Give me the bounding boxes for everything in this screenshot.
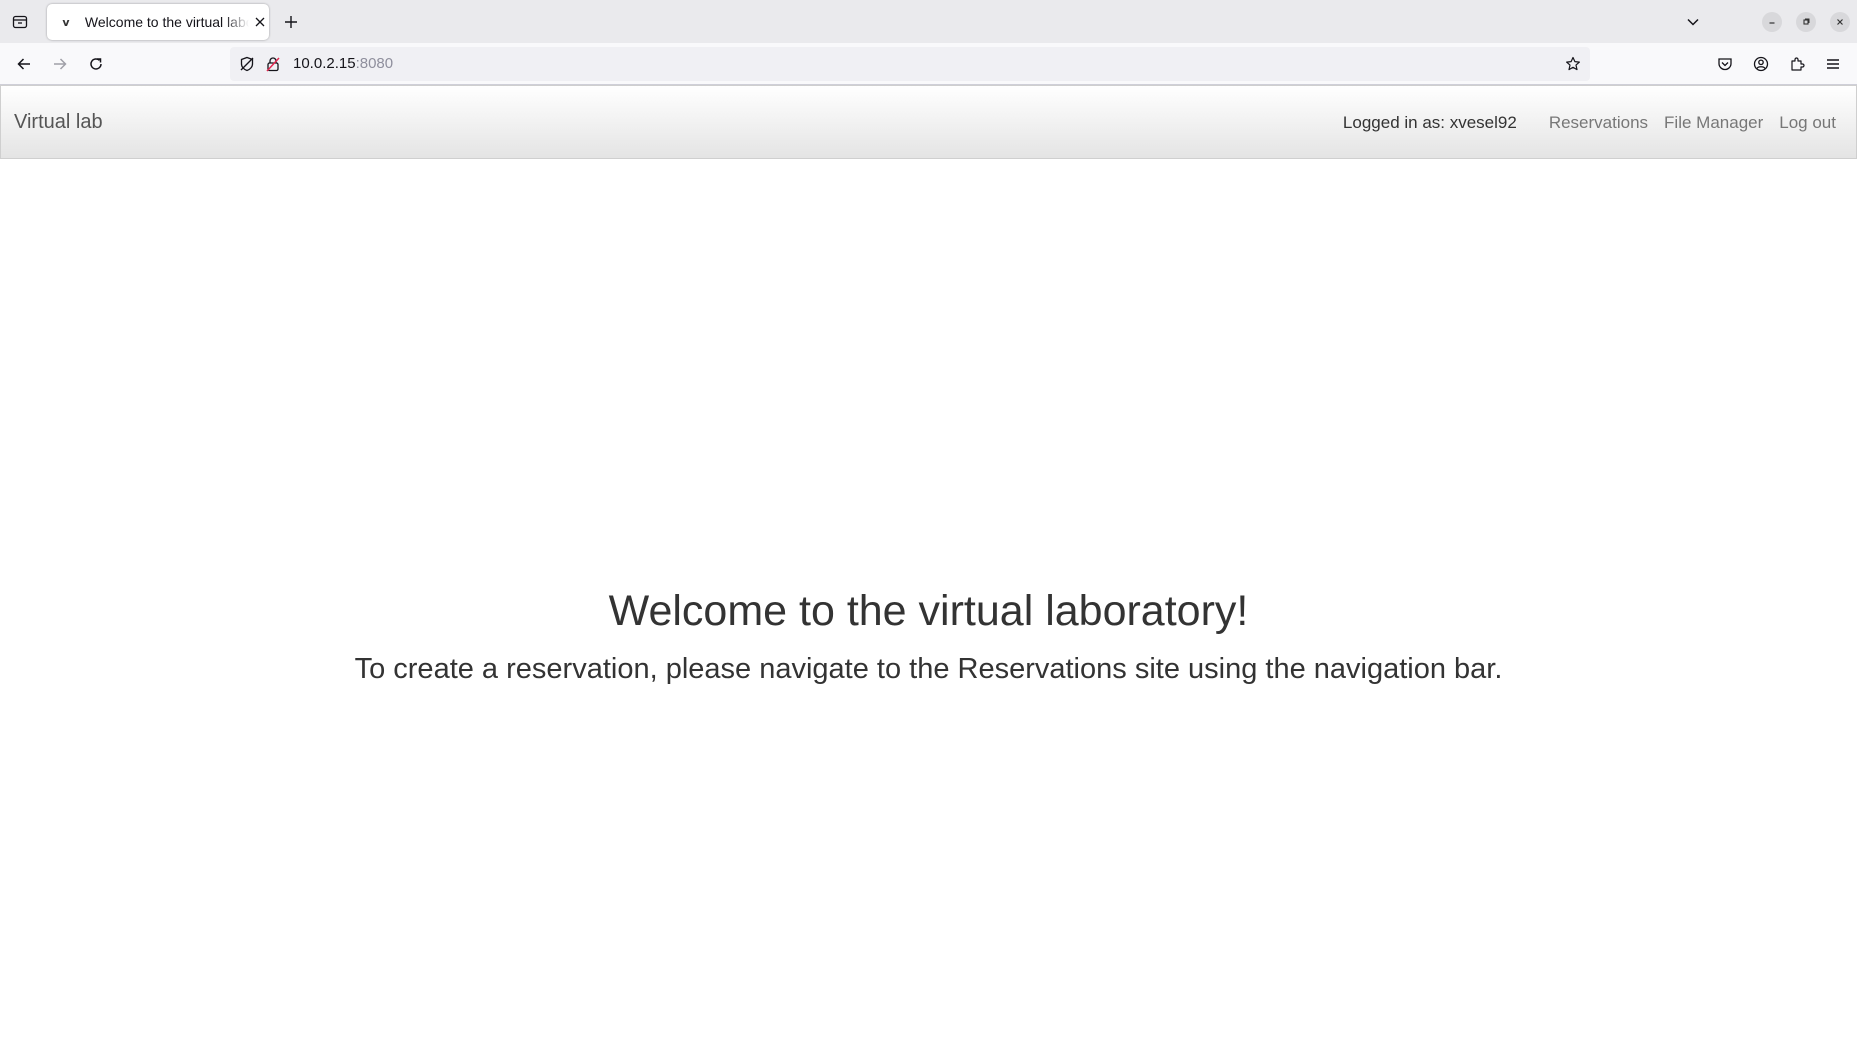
chevron-down-icon[interactable] [1681,10,1705,34]
restore-icon[interactable] [1796,12,1816,32]
browser-toolbar: 10.0.2.15:8080 [0,43,1857,85]
nav-link-log-out[interactable]: Log out [1779,113,1836,133]
pocket-icon[interactable] [1713,52,1737,76]
page-title: Welcome to the virtual laboratory! [608,587,1249,635]
nav-link-file-manager[interactable]: File Manager [1664,113,1763,133]
account-icon[interactable] [1749,52,1773,76]
window-close-icon[interactable] [1830,12,1850,32]
plus-icon[interactable] [279,10,303,34]
url-text[interactable]: 10.0.2.15:8080 [293,55,393,72]
arrow-left-icon[interactable] [10,50,38,78]
reload-icon[interactable] [82,50,110,78]
tab-title: Welcome to the virtual laboratory! [84,14,249,30]
logged-in-status: Logged in as: xvesel92 [1342,113,1517,132]
navbar-right: Logged in as: xvesel92 Reservations File… [1343,113,1836,133]
minimize-icon[interactable] [1762,12,1782,32]
browser-tab-strip: v Welcome to the virtual laboratory! [0,0,1857,43]
nav-link-reservations[interactable]: Reservations [1549,113,1648,133]
url-host: 10.0.2.15 [293,55,356,72]
shield-icon[interactable] [238,55,256,73]
browser-tab[interactable]: v Welcome to the virtual laboratory! [47,4,269,40]
hamburger-icon[interactable] [1821,52,1845,76]
tab-list-icon[interactable] [8,10,32,34]
url-bar[interactable]: 10.0.2.15:8080 [230,47,1590,81]
site-navbar: Virtual lab Logged in as: xvesel92 Reser… [0,85,1857,159]
main-content: Welcome to the virtual laboratory! To cr… [0,159,1857,1059]
brand-link[interactable]: Virtual lab [14,111,103,134]
close-icon[interactable] [251,13,269,31]
arrow-right-icon[interactable] [46,50,74,78]
star-icon[interactable] [1564,55,1582,73]
site-favicon-icon: v [62,15,70,29]
url-port: :8080 [355,55,394,72]
page-subtitle: To create a reservation, please navigate… [354,653,1503,685]
puzzle-icon[interactable] [1785,52,1809,76]
insecure-lock-icon[interactable] [264,55,282,73]
